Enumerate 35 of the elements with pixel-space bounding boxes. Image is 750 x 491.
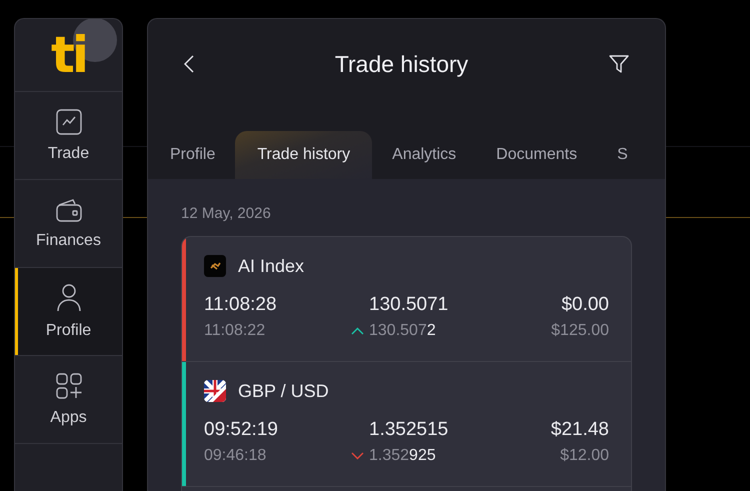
sidebar-item[interactable]: Trade <box>15 91 122 179</box>
open-price: 130.5072 <box>369 322 436 340</box>
tab[interactable]: Analytics <box>372 131 476 179</box>
person-icon <box>56 284 80 312</box>
page-title: Trade history <box>334 50 468 78</box>
back-button[interactable] <box>184 55 194 73</box>
tab[interactable]: Trade history <box>235 131 372 179</box>
trade-amount: $12.00 <box>559 447 609 465</box>
trade-amount: $125.00 <box>551 322 609 340</box>
tab[interactable]: S <box>597 131 648 179</box>
filter-button[interactable] <box>609 54 629 74</box>
tab[interactable]: Profile <box>150 131 236 179</box>
trade-row[interactable]: GBP / USD 09:52:19 1.352515 $21.48 09:46:18 1.352925 $12.00 <box>182 362 631 487</box>
trade-row[interactable]: AI Index 11:08:28 130.5071 $0.00 11:08:22 130.5072 $125.00 <box>182 237 631 362</box>
flag-icon <box>204 380 226 402</box>
wallet-icon <box>56 198 82 222</box>
open-time: 09:46:18 <box>204 447 268 465</box>
instrument-name: AI Index <box>238 256 304 276</box>
apps-icon <box>56 372 82 398</box>
open-price: 1.352925 <box>369 447 436 465</box>
chart-icon <box>56 108 82 134</box>
index-logo-icon <box>204 255 226 277</box>
date-heading: 12 May, 2026 <box>181 205 272 222</box>
open-time: 11:08:22 <box>204 322 266 340</box>
sidebar-item[interactable]: Apps <box>15 355 122 443</box>
logo: ti <box>50 26 86 84</box>
close-time: 09:52:19 <box>204 419 279 441</box>
profit: $0.00 <box>560 294 609 316</box>
profit: $21.48 <box>550 419 609 441</box>
close-price: 130.5071 <box>368 294 450 316</box>
instrument-name: GBP / USD <box>238 380 329 402</box>
tab[interactable]: Documents <box>476 131 598 179</box>
close-price: 1.352515 <box>368 419 450 441</box>
close-time: 11:08:28 <box>204 294 278 316</box>
sidebar-item[interactable]: Profile <box>15 267 122 355</box>
